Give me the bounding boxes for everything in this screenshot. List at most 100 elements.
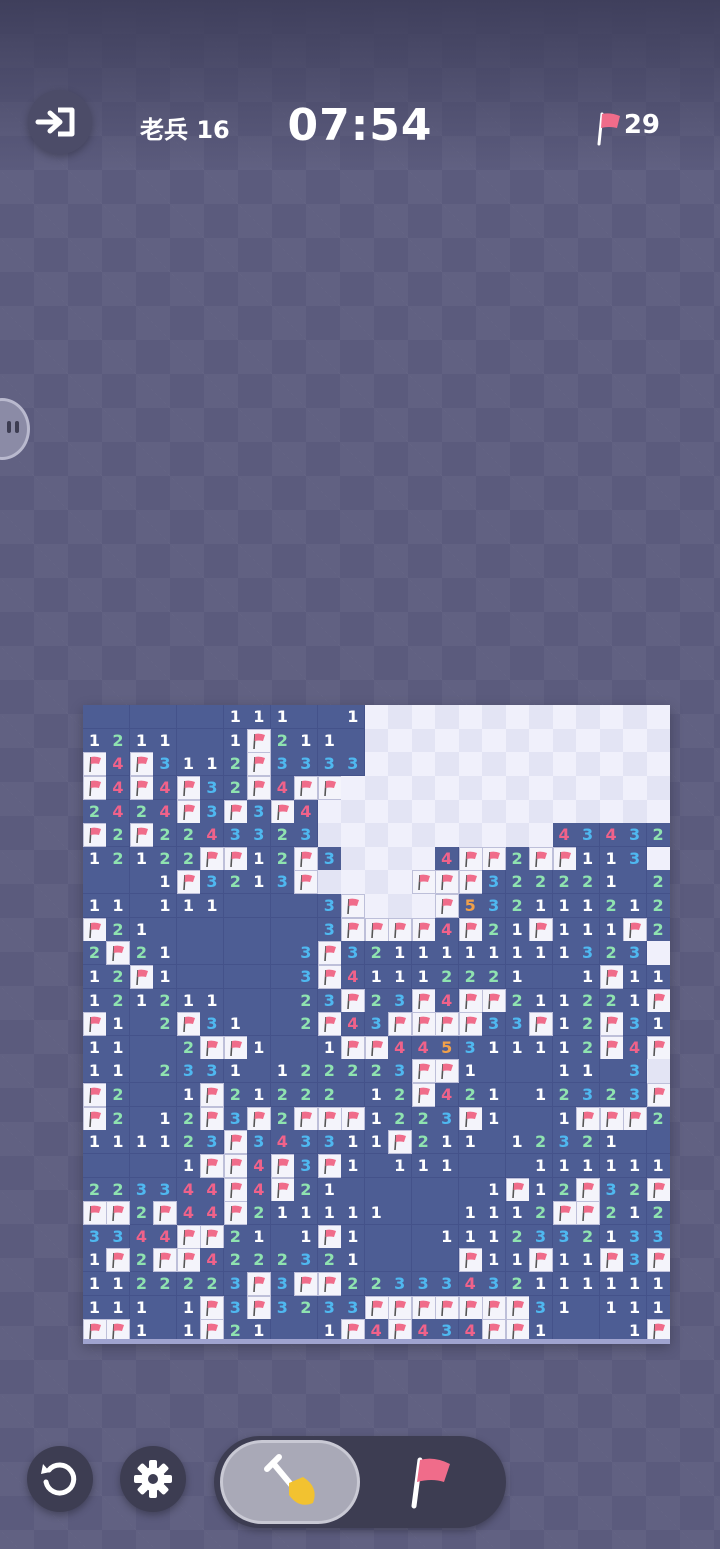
cell-number[interactable]: 3 (623, 1248, 648, 1273)
cell-flagged[interactable] (294, 775, 319, 800)
cell-empty[interactable] (388, 1224, 413, 1249)
cell-number[interactable]: 1 (482, 1035, 507, 1060)
cell-number[interactable]: 1 (317, 1177, 342, 1202)
cell-number[interactable]: 3 (223, 823, 248, 848)
cell-unrevealed[interactable] (458, 752, 483, 777)
cell-unrevealed[interactable] (388, 823, 413, 848)
cell-number[interactable]: 1 (623, 1201, 648, 1226)
cell-flagged[interactable] (341, 1106, 366, 1131)
cell-number[interactable]: 1 (505, 941, 530, 966)
cell-empty[interactable] (129, 705, 154, 729)
cell-number[interactable]: 1 (247, 1035, 272, 1060)
cell-number[interactable]: 2 (576, 870, 601, 895)
cell-number[interactable]: 3 (646, 1224, 670, 1249)
cell-number[interactable]: 1 (364, 1130, 389, 1155)
cell-empty[interactable] (599, 1059, 624, 1084)
cell-number[interactable]: 3 (270, 870, 295, 895)
cell-unrevealed[interactable] (364, 799, 389, 824)
cell-number[interactable]: 4 (106, 752, 131, 777)
cell-number[interactable]: 2 (646, 1106, 670, 1131)
cell-empty[interactable] (83, 870, 107, 895)
cell-flagged[interactable] (529, 1248, 554, 1273)
cell-unrevealed[interactable] (317, 799, 342, 824)
cell-flagged[interactable] (388, 1295, 413, 1320)
cell-unrevealed[interactable] (341, 775, 366, 800)
cell-flagged[interactable] (458, 1295, 483, 1320)
cell-number[interactable]: 3 (364, 1012, 389, 1037)
cell-flagged[interactable] (294, 1106, 319, 1131)
cell-flagged[interactable] (411, 1012, 436, 1037)
cell-number[interactable]: 1 (552, 941, 577, 966)
cell-number[interactable]: 1 (317, 1201, 342, 1226)
cell-empty[interactable] (623, 870, 648, 895)
cell-number[interactable]: 2 (599, 988, 624, 1013)
cell-number[interactable]: 1 (200, 894, 225, 919)
cell-number[interactable]: 3 (341, 752, 366, 777)
cell-number[interactable]: 2 (106, 917, 131, 942)
cell-number[interactable]: 2 (270, 1106, 295, 1131)
cell-number[interactable]: 1 (529, 1083, 554, 1108)
cell-number[interactable]: 2 (129, 941, 154, 966)
cell-empty[interactable] (153, 705, 178, 729)
cell-number[interactable]: 1 (623, 988, 648, 1013)
cell-number[interactable]: 1 (176, 1083, 201, 1108)
cell-flagged[interactable] (529, 917, 554, 942)
cell-empty[interactable] (435, 1248, 460, 1273)
cell-number[interactable]: 1 (599, 1295, 624, 1320)
cell-flagged[interactable] (411, 870, 436, 895)
cell-empty[interactable] (364, 1153, 389, 1178)
cell-flagged[interactable] (364, 1035, 389, 1060)
cell-number[interactable]: 1 (176, 894, 201, 919)
cell-empty[interactable] (505, 1106, 530, 1131)
cell-number[interactable]: 1 (599, 1272, 624, 1297)
cell-number[interactable]: 4 (153, 799, 178, 824)
cell-flagged[interactable] (176, 775, 201, 800)
cell-number[interactable]: 1 (83, 1272, 107, 1297)
cell-number[interactable]: 1 (482, 1201, 507, 1226)
cell-number[interactable]: 2 (176, 846, 201, 871)
cell-flagged[interactable] (411, 988, 436, 1013)
cell-number[interactable]: 1 (552, 1035, 577, 1060)
cell-number[interactable]: 1 (341, 1201, 366, 1226)
cell-flagged[interactable] (176, 1224, 201, 1249)
cell-flagged[interactable] (646, 1177, 670, 1202)
cell-number[interactable]: 1 (599, 1130, 624, 1155)
cell-number[interactable]: 2 (576, 1035, 601, 1060)
cell-number[interactable]: 3 (482, 894, 507, 919)
cell-number[interactable]: 1 (223, 1012, 248, 1037)
cell-empty[interactable] (223, 941, 248, 966)
cell-number[interactable]: 2 (247, 1248, 272, 1273)
cell-flagged[interactable] (411, 1059, 436, 1084)
cell-number[interactable]: 1 (623, 1295, 648, 1320)
cell-number[interactable]: 4 (623, 1035, 648, 1060)
cell-number[interactable]: 1 (576, 894, 601, 919)
cell-number[interactable]: 1 (458, 941, 483, 966)
cell-number[interactable]: 2 (388, 1106, 413, 1131)
cell-number[interactable]: 3 (552, 1130, 577, 1155)
cell-flagged[interactable] (411, 1295, 436, 1320)
cell-number[interactable]: 3 (247, 1130, 272, 1155)
cell-number[interactable]: 2 (317, 1248, 342, 1273)
cell-number[interactable]: 1 (458, 1201, 483, 1226)
cell-flagged[interactable] (83, 917, 107, 942)
cell-unrevealed[interactable] (411, 823, 436, 848)
cell-number[interactable]: 1 (505, 1035, 530, 1060)
cell-flagged[interactable] (317, 775, 342, 800)
cell-unrevealed[interactable] (364, 894, 389, 919)
cell-number[interactable]: 3 (317, 1295, 342, 1320)
cell-unrevealed[interactable] (341, 846, 366, 871)
cell-number[interactable]: 1 (200, 752, 225, 777)
cell-unrevealed[interactable] (576, 799, 601, 824)
cell-number[interactable]: 2 (270, 1248, 295, 1273)
cell-number[interactable]: 1 (623, 894, 648, 919)
cell-empty[interactable] (153, 917, 178, 942)
cell-number[interactable]: 2 (176, 1130, 201, 1155)
cell-empty[interactable] (153, 1295, 178, 1320)
cell-flagged[interactable] (200, 846, 225, 871)
cell-flagged[interactable] (435, 1295, 460, 1320)
cell-empty[interactable] (247, 988, 272, 1013)
cell-number[interactable]: 1 (576, 1272, 601, 1297)
cell-empty[interactable] (223, 964, 248, 989)
cell-number[interactable]: 2 (317, 1059, 342, 1084)
cell-flagged[interactable] (482, 846, 507, 871)
